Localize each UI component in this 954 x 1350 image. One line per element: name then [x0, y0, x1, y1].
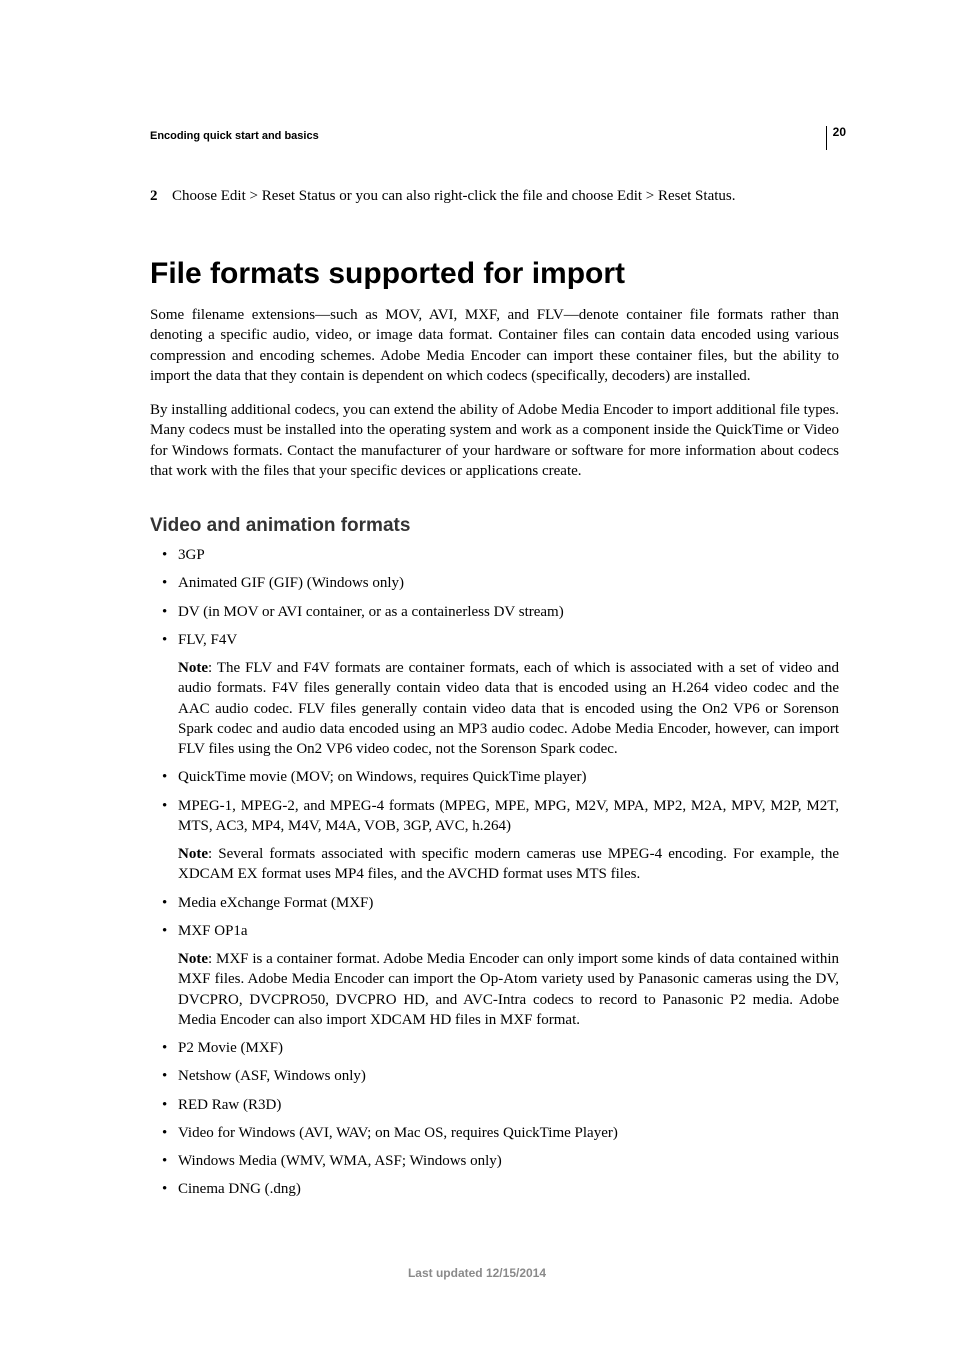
- running-head: Encoding quick start and basics: [150, 130, 839, 142]
- note-text: : The FLV and F4V formats are container …: [178, 660, 839, 757]
- list-item: Cinema DNG (.dng): [150, 1179, 839, 1199]
- step-line: 2Choose Edit > Reset Status or you can a…: [150, 186, 839, 207]
- note-label: Note: [178, 660, 208, 676]
- list-item: 3GP: [150, 545, 839, 565]
- note-label: Note: [178, 846, 208, 862]
- footer-updated: Last updated 12/15/2014: [0, 1266, 954, 1280]
- step-text: Choose Edit > Reset Status or you can al…: [172, 188, 735, 204]
- note-block: Note: MXF is a container format. Adobe M…: [150, 949, 839, 1030]
- list-item: FLV, F4V: [150, 630, 839, 650]
- list-item: QuickTime movie (MOV; on Windows, requir…: [150, 767, 839, 787]
- section-title: File formats supported for import: [150, 257, 839, 291]
- note-label: Note: [178, 951, 208, 967]
- note-block: Note: The FLV and F4V formats are contai…: [150, 658, 839, 759]
- note-block: Note: Several formats associated with sp…: [150, 844, 839, 885]
- list-item: Netshow (ASF, Windows only): [150, 1066, 839, 1086]
- list-item: MPEG-1, MPEG-2, and MPEG-4 formats (MPEG…: [150, 796, 839, 837]
- note-text: : MXF is a container format. Adobe Media…: [178, 951, 839, 1028]
- format-list: 3GP Animated GIF (GIF) (Windows only) DV…: [150, 545, 839, 1200]
- list-item: DV (in MOV or AVI container, or as a con…: [150, 602, 839, 622]
- intro-paragraph-1: Some filename extensions—such as MOV, AV…: [150, 305, 839, 386]
- note-text: : Several formats associated with specif…: [178, 846, 839, 882]
- list-item: Video for Windows (AVI, WAV; on Mac OS, …: [150, 1123, 839, 1143]
- list-item: Animated GIF (GIF) (Windows only): [150, 573, 839, 593]
- subsection-title: Video and animation formats: [150, 515, 839, 537]
- page-number: 20: [826, 126, 846, 150]
- list-item: Media eXchange Format (MXF): [150, 893, 839, 913]
- list-item: RED Raw (R3D): [150, 1095, 839, 1115]
- page: 20 Encoding quick start and basics 2Choo…: [0, 0, 954, 1350]
- list-item: Windows Media (WMV, WMA, ASF; Windows on…: [150, 1151, 839, 1171]
- list-item: MXF OP1a: [150, 921, 839, 941]
- list-item: P2 Movie (MXF): [150, 1038, 839, 1058]
- intro-paragraph-2: By installing additional codecs, you can…: [150, 400, 839, 481]
- step-number: 2: [150, 186, 172, 207]
